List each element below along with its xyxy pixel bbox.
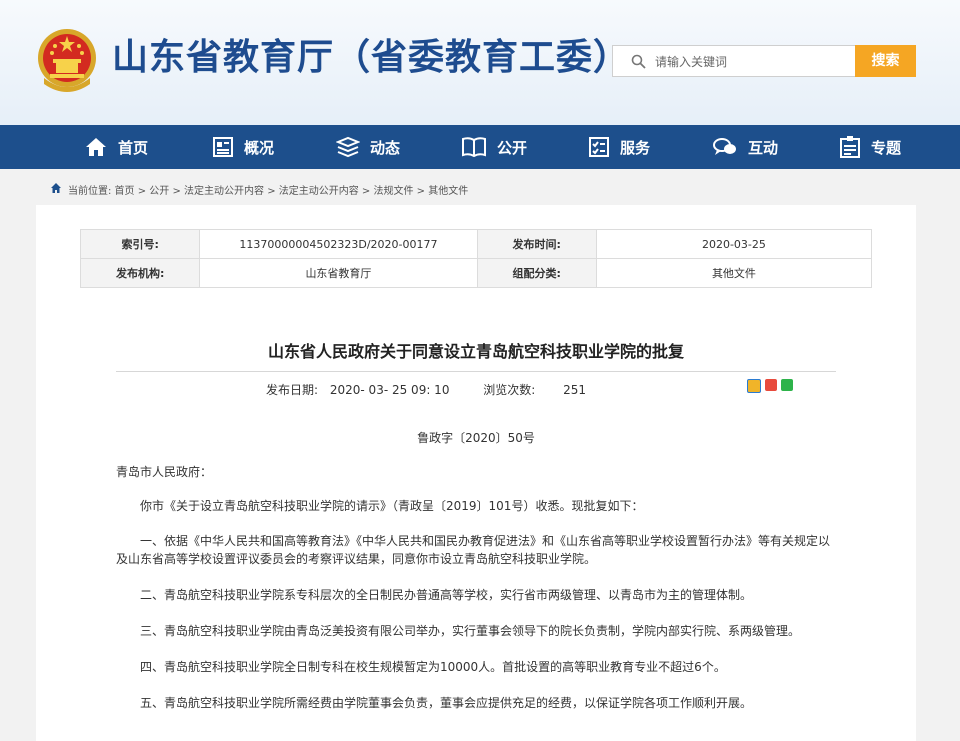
paragraph: 三、青岛航空科技职业学院由青岛泛美投资有限公司举办，实行董事会领导下的院长负责制… (140, 624, 801, 638)
article-body: 青岛市人民政府： 你市《关于设立青岛航空科技职业学院的请示》（青政呈〔2019〕… (116, 463, 836, 712)
category-value: 其他文件 (595, 258, 873, 288)
search-icon (631, 54, 646, 69)
overview-icon (213, 137, 233, 157)
breadcrumb-text[interactable]: 当前位置: 首页 > 公开 > 法定主动公开内容 > 法定主动公开内容 > 法规… (68, 182, 468, 197)
index-label: 索引号: (79, 229, 201, 259)
paragraph: 四、青岛航空科技职业学院全日制专科在校生规模暂定为10000人。首批设置的高等职… (140, 660, 726, 674)
service-checklist-icon (589, 137, 609, 157)
nav-label: 服务 (620, 138, 651, 157)
index-value: 11370000004502323D/2020-00177 (199, 229, 478, 259)
nav-label: 专题 (871, 138, 902, 157)
article-title: 山东省人民政府关于同意设立青岛航空科技职业学院的批复 (267, 342, 684, 361)
nav-item-open[interactable]: 公开 (461, 125, 527, 169)
paragraph: 你市《关于设立青岛航空科技职业学院的请示》（青政呈〔2019〕101号）收悉。现… (140, 499, 644, 513)
qzone-share-icon[interactable] (747, 379, 761, 393)
nav-label: 概况 (244, 138, 275, 157)
home-icon (86, 138, 106, 156)
publish-info: 发布日期: 2020- 03- 25 09: 10 浏览次数: 251 (266, 381, 586, 398)
site-header: 山东省教育厅（省委教育工委） 搜索 (0, 0, 960, 125)
search-box (612, 45, 855, 77)
nav-label: 动态 (370, 138, 401, 157)
national-emblem-icon (38, 29, 96, 92)
nav-item-topics[interactable]: 专题 (839, 125, 901, 169)
nav-label: 首页 (118, 138, 149, 157)
paragraph: 一、依据《中华人民共和国高等教育法》《中华人民共和国民办教育促进法》和《山东省高… (116, 534, 831, 566)
nav-label: 互动 (748, 138, 779, 157)
title-divider (116, 371, 836, 372)
nav-item-service[interactable]: 服务 (588, 125, 650, 169)
breadcrumb: 当前位置: 首页 > 公开 > 法定主动公开内容 > 法定主动公开内容 > 法规… (0, 169, 960, 205)
meta-row: 索引号: 11370000004502323D/2020-00177 发布时间:… (79, 229, 873, 259)
views-label: 浏览次数: (483, 383, 536, 397)
meta-row: 发布机构: 山东省教育厅 组配分类: 其他文件 (79, 258, 873, 288)
topic-board-icon (840, 136, 860, 158)
nav-item-home[interactable]: 首页 (84, 125, 148, 169)
nav-item-news[interactable]: 动态 (336, 125, 400, 169)
site-title: 山东省教育厅（省委教育工委） (112, 37, 631, 78)
search-button[interactable]: 搜索 (855, 45, 916, 77)
main-nav: 首页 概况 动态 公开 服务 互动 专题 (0, 125, 960, 169)
publisher-value: 山东省教育厅 (199, 258, 478, 288)
home-location-icon (51, 183, 61, 193)
publish-date-value: 2020- 03- 25 09: 10 (329, 383, 450, 397)
wechat-share-icon[interactable] (781, 379, 793, 391)
publisher-label: 发布机构: (79, 258, 201, 288)
paragraph: 五、青岛航空科技职业学院所需经费由学院董事会负责，董事会应提供充足的经费，以保证… (140, 696, 753, 710)
search-bar: 搜索 (612, 45, 916, 77)
search-input[interactable] (653, 51, 852, 73)
views-value: 251 (563, 383, 587, 397)
nav-item-overview[interactable]: 概况 (212, 125, 274, 169)
publish-date-label: 发布日期: (266, 383, 319, 397)
document-number: 鲁政字〔2020〕50号 (417, 431, 535, 445)
news-stack-icon (336, 136, 360, 158)
article-panel: 索引号: 11370000004502323D/2020-00177 发布时间:… (36, 205, 916, 741)
chat-bubbles-icon (713, 138, 736, 155)
nav-item-interact[interactable]: 互动 (712, 125, 778, 169)
weibo-share-icon[interactable] (765, 379, 777, 391)
publish-time-value: 2020-03-25 (595, 229, 873, 259)
salutation: 青岛市人民政府： (116, 465, 213, 479)
publish-time-label: 发布时间: (476, 229, 597, 259)
category-label: 组配分类: (476, 258, 597, 288)
open-book-icon (462, 137, 486, 158)
share-buttons (747, 379, 793, 393)
nav-label: 公开 (497, 138, 528, 157)
paragraph: 二、青岛航空科技职业学院系专科层次的全日制民办普通高等学校，实行省市两级管理、以… (140, 588, 753, 602)
meta-table: 索引号: 11370000004502323D/2020-00177 发布时间:… (79, 229, 873, 288)
